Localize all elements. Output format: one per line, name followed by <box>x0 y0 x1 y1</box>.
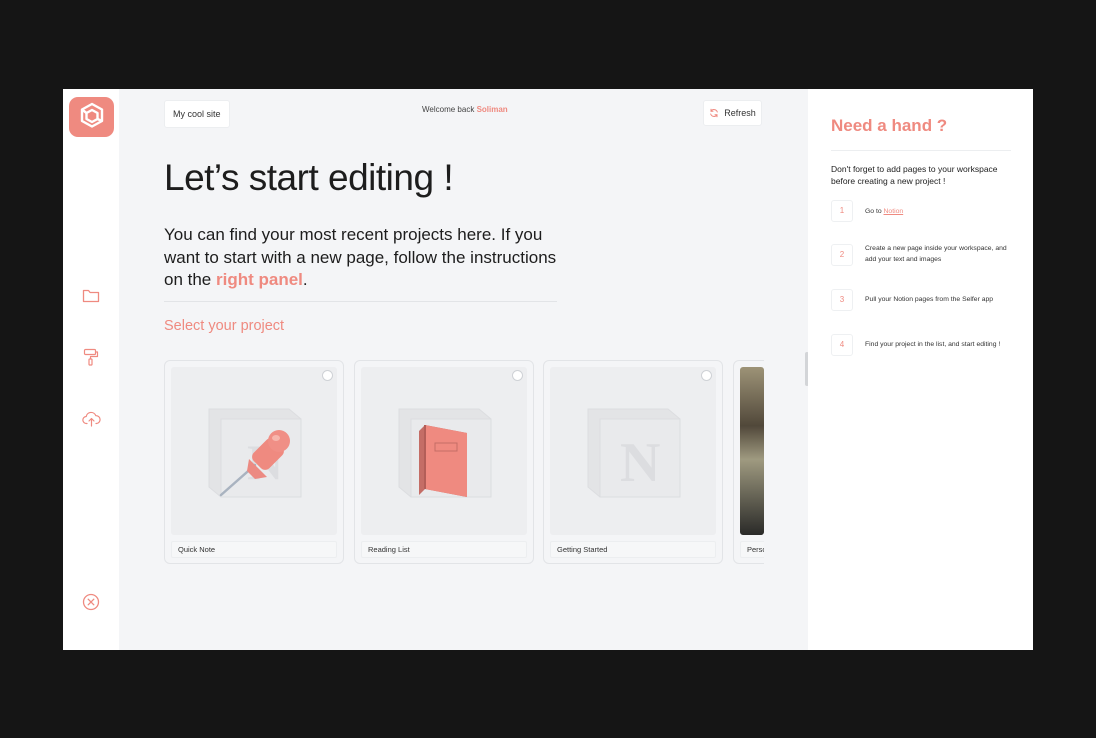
main-content: My cool site Welcome back Soliman Refres… <box>119 89 808 650</box>
project-thumbnail: N <box>550 367 716 535</box>
app-window: My cool site Welcome back Soliman Refres… <box>63 89 1033 650</box>
step-text: Find your project in the list, and start… <box>865 341 1001 348</box>
panel-divider <box>831 150 1011 151</box>
select-radio[interactable] <box>322 370 333 381</box>
site-selector-button[interactable]: My cool site <box>164 100 230 128</box>
step-text: Pull your Notion pages from the Selfer a… <box>865 296 994 303</box>
paint-roller-icon[interactable] <box>81 347 101 367</box>
hexagon-logo-icon <box>80 102 103 128</box>
page-title: Let’s start editing ! <box>164 157 454 198</box>
refresh-button[interactable]: Refresh <box>703 100 762 126</box>
refresh-icon <box>710 108 719 118</box>
book-icon <box>398 408 492 498</box>
photo-thumbnail <box>740 367 764 535</box>
intro-end: . <box>302 270 308 289</box>
site-name: My cool site <box>173 109 221 119</box>
panel-title: Need a hand ? <box>831 116 948 135</box>
project-title: Quick Note <box>171 541 337 558</box>
step-number: 3 <box>831 289 853 311</box>
step-number: 1 <box>831 200 853 222</box>
close-circle-icon[interactable] <box>81 592 101 612</box>
step-number: 2 <box>831 244 853 266</box>
intro-text: You can find your most recent projects h… <box>164 224 564 292</box>
project-title: Getting Started <box>550 541 716 558</box>
section-title: Select your project <box>164 318 285 334</box>
step-text-body: Go to <box>865 208 882 215</box>
welcome-prefix: Welcome back <box>422 105 475 114</box>
select-radio[interactable] <box>701 370 712 381</box>
refresh-label: Refresh <box>724 108 756 118</box>
user-name: Soliman <box>476 105 508 114</box>
project-card-perso[interactable]: Perso <box>733 360 764 564</box>
pushpin-icon: N <box>208 408 302 498</box>
project-card-quick-note[interactable]: N Quick Note <box>164 360 344 564</box>
project-list: N Quick Note <box>164 360 764 566</box>
right-panel-link[interactable]: right panel <box>216 270 303 289</box>
project-thumbnail <box>361 367 527 535</box>
app-logo[interactable] <box>69 97 114 137</box>
sidebar <box>63 89 119 650</box>
cloud-upload-icon[interactable] <box>81 409 101 429</box>
project-title: Perso <box>740 541 764 558</box>
project-thumbnail: N <box>171 367 337 535</box>
folder-icon[interactable] <box>81 285 101 305</box>
project-card-getting-started[interactable]: N Getting Started <box>543 360 723 564</box>
project-card-reading-list[interactable]: Reading List <box>354 360 534 564</box>
step-number: 4 <box>831 334 853 356</box>
panel-note: Don't forget to add pages to your worksp… <box>831 164 998 186</box>
notion-icon: N <box>587 408 681 498</box>
step-text: Create a new page inside your workspace,… <box>865 245 1007 263</box>
select-radio[interactable] <box>512 370 523 381</box>
notion-link[interactable]: Notion <box>884 208 904 215</box>
svg-text:N: N <box>620 432 660 494</box>
help-panel: Need a hand ? Don't forget to add pages … <box>808 89 1033 650</box>
divider <box>164 301 557 302</box>
project-title: Reading List <box>361 541 527 558</box>
step-text: Go to Notion <box>865 206 1015 217</box>
welcome-message: Welcome back Soliman <box>422 105 508 114</box>
